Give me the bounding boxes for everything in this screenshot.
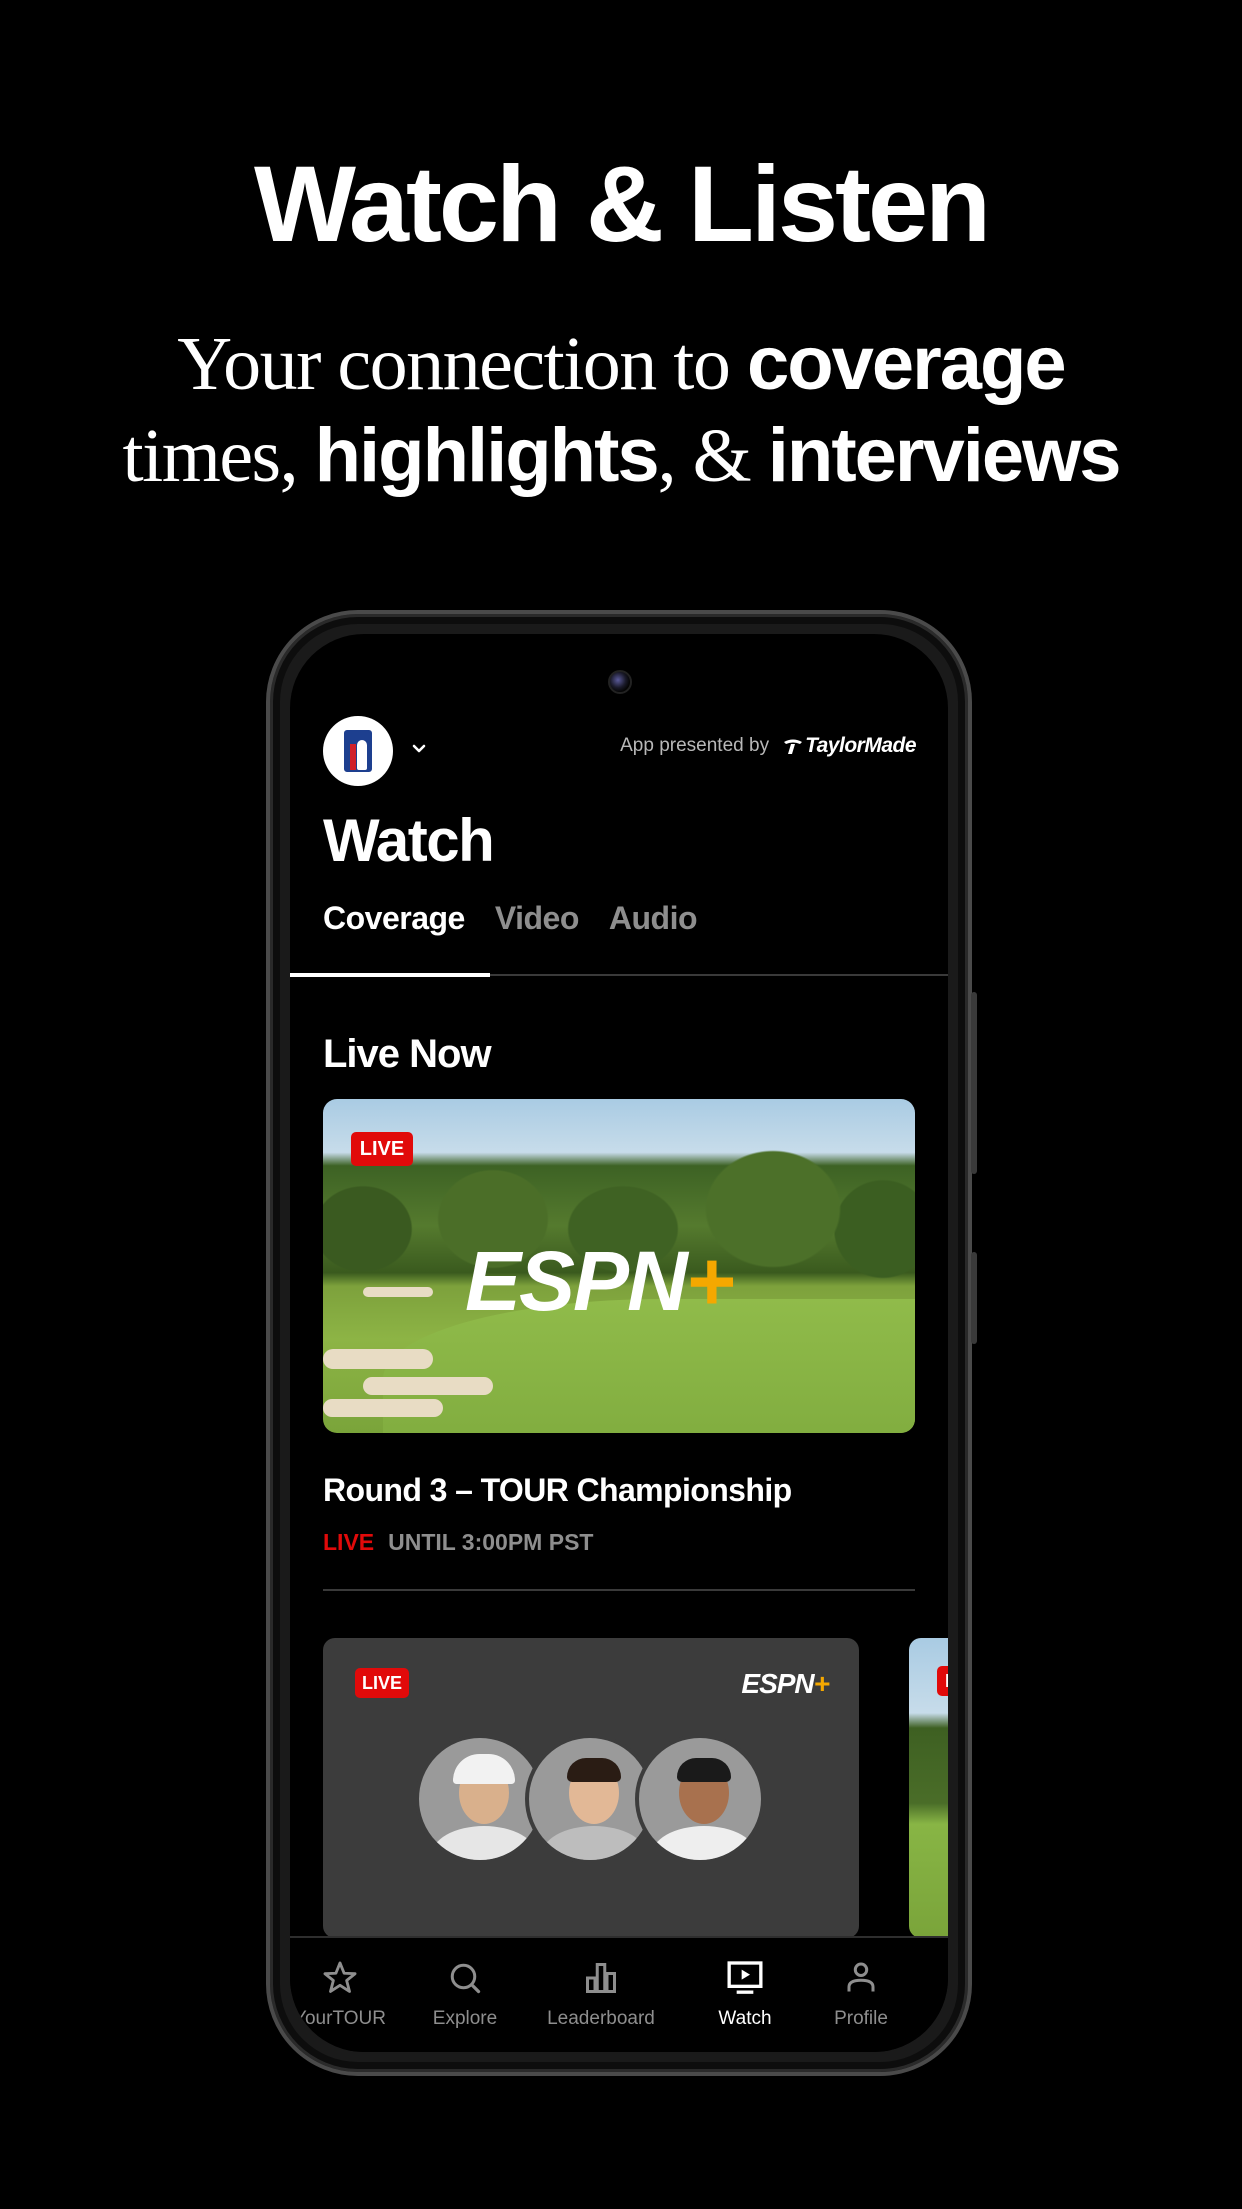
phone-frame: App presented by TaylorMade Watch Covera… — [266, 610, 977, 2076]
subtitle-emphasis: coverage — [746, 321, 1067, 406]
hero-subtitle-line-1: Your connection to coverage — [0, 318, 1242, 410]
player-stream-card[interactable]: LIVE ESPN+ — [323, 1638, 859, 1938]
live-badge: LIVE — [351, 1132, 413, 1166]
nav-label: YourTOUR — [294, 2008, 386, 2029]
app-screen: App presented by TaylorMade Watch Covera… — [290, 634, 948, 2052]
bunker — [323, 1399, 443, 1417]
sponsor-name: TaylorMade — [805, 734, 916, 757]
search-icon — [450, 1963, 481, 1994]
nav-item-leaderboard[interactable]: Leaderboard — [531, 1958, 671, 2030]
next-stream-card[interactable]: LIVE — [909, 1638, 948, 1938]
nav-label: Profile — [834, 2008, 888, 2029]
live-badge: LIVE — [937, 1666, 948, 1696]
featured-group-avatars — [415, 1734, 765, 1864]
player-avatar — [635, 1734, 765, 1864]
espn-plus-logo: ESPN+ — [465, 1234, 735, 1328]
section-title-live-now: Live Now — [323, 1032, 492, 1076]
network-plus: + — [813, 1668, 830, 1699]
nav-item-explore[interactable]: Explore — [405, 1958, 525, 2030]
tab-video[interactable]: Video — [495, 900, 580, 937]
network-name: ESPN — [465, 1234, 688, 1328]
live-status: LIVE — [323, 1529, 375, 1555]
page-title: Watch — [323, 807, 495, 874]
featured-stream-card[interactable]: LIVE ESPN + — [323, 1099, 915, 1433]
pga-tour-logo-button[interactable] — [323, 716, 393, 786]
chevron-down-icon[interactable] — [412, 742, 426, 756]
stream-title[interactable]: Round 3 – TOUR Championship — [323, 1472, 792, 1509]
bunker — [363, 1377, 493, 1395]
live-badge: LIVE — [355, 1668, 409, 1698]
hero-title: Watch & Listen — [253, 143, 991, 264]
front-camera — [608, 670, 632, 694]
subtitle-text: Your connection to — [177, 322, 747, 406]
subtitle-emphasis: interviews — [767, 413, 1122, 498]
person-icon — [847, 1962, 875, 1992]
active-tab-indicator — [290, 973, 490, 977]
star-icon — [323, 1961, 357, 1993]
tv-play-icon — [727, 1961, 763, 1994]
nav-item-watch[interactable]: Watch — [685, 1958, 805, 2030]
watch-tabs: Coverage Video Audio — [323, 900, 698, 937]
power-button — [971, 1252, 977, 1344]
stream-end-time: UNTIL 3:00PM PST — [388, 1529, 594, 1555]
volume-button — [971, 992, 977, 1174]
hero-subtitle-line-2: times, highlights, & interviews — [0, 410, 1242, 502]
espn-plus-logo: ESPN+ — [741, 1668, 830, 1700]
network-plus: + — [685, 1234, 735, 1328]
taylormade-t-icon — [784, 739, 803, 754]
nav-label: Leaderboard — [547, 2008, 655, 2029]
bunker — [363, 1287, 433, 1297]
bar-chart-icon — [586, 1963, 616, 1993]
divider — [323, 1589, 915, 1591]
subtitle-text: , & — [657, 414, 768, 498]
nav-label: Watch — [718, 2008, 772, 2029]
bunker — [323, 1349, 433, 1369]
nav-label: Explore — [432, 2008, 498, 2029]
hero-subtitle: Your connection to coverage times, highl… — [0, 318, 1242, 502]
nav-item-profile[interactable]: Profile — [801, 1958, 921, 2030]
tab-audio[interactable]: Audio — [609, 900, 698, 937]
pga-tour-logo-icon — [344, 730, 372, 772]
stream-meta: LIVE UNTIL 3:00PM PST — [323, 1529, 593, 1556]
sponsor-banner: App presented by TaylorMade — [620, 734, 916, 758]
network-name: ESPN — [741, 1668, 814, 1699]
subtitle-text: times, — [122, 414, 315, 498]
tab-coverage[interactable]: Coverage — [323, 900, 465, 937]
taylormade-logo: TaylorMade — [783, 734, 916, 758]
presented-by-label: App presented by — [620, 735, 770, 756]
nav-item-yourtour[interactable]: YourTOUR — [290, 1958, 400, 2030]
bottom-nav: YourTOUR Explore Leaderboard Watch Profi… — [290, 1936, 948, 2052]
subtitle-emphasis: highlights — [314, 413, 660, 498]
